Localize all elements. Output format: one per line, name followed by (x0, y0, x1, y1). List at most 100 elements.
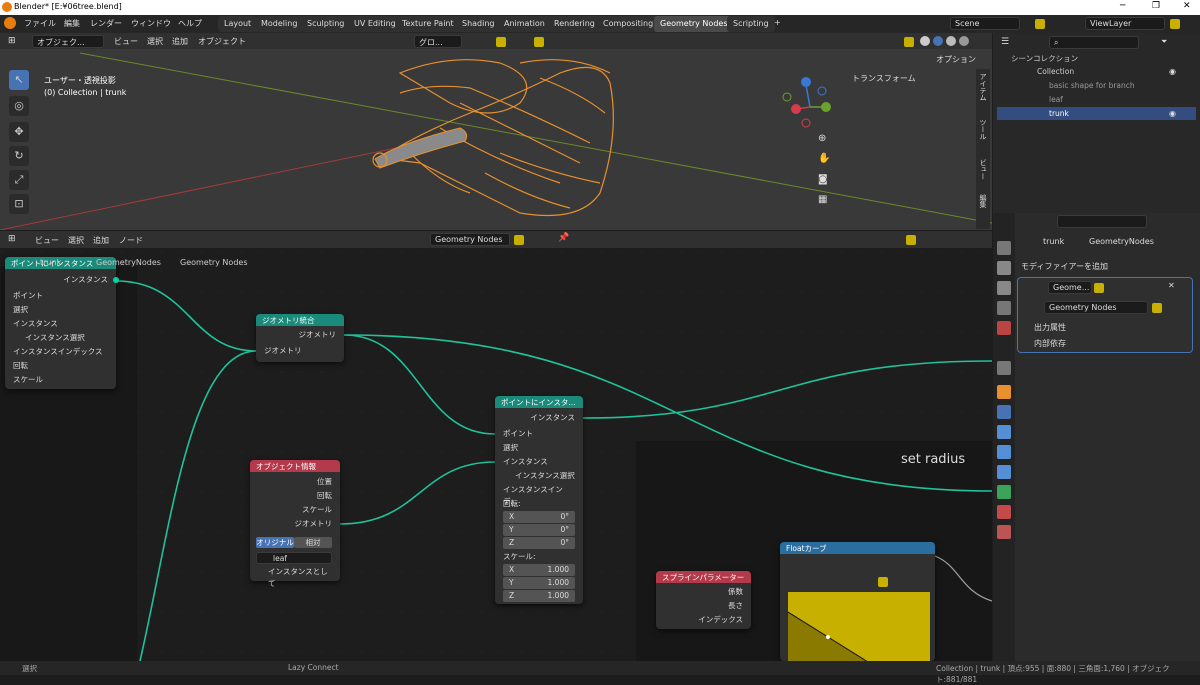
constraints-tab-icon[interactable] (997, 465, 1011, 479)
remove-modifier-icon[interactable]: ✕ (1168, 281, 1175, 290)
tab-texture-paint[interactable]: Texture Paint (396, 16, 460, 32)
view-layer-tab-icon[interactable] (997, 301, 1011, 315)
curve-zoom-icon[interactable] (878, 577, 888, 587)
grid-view-icon[interactable]: ▦ (818, 194, 827, 205)
output-attributes-panel[interactable]: 出力属性 (1034, 322, 1066, 333)
scene-selector[interactable]: Scene (950, 17, 1020, 30)
filter-icon[interactable]: ⏷ (1161, 37, 1167, 47)
ne-menu-select[interactable]: 選択 (68, 235, 84, 246)
physics-tab-icon[interactable] (997, 445, 1011, 459)
node-tree-selector[interactable]: Geometry Nodes (1044, 301, 1148, 314)
scale-x-field[interactable]: X 1.000 (503, 564, 575, 576)
mode-relative-button[interactable]: 相対 (294, 537, 332, 548)
menu-add[interactable]: 追加 (172, 36, 188, 47)
texture-tab-icon[interactable] (997, 525, 1011, 539)
tab-geometry-nodes[interactable]: Geometry Nodes (654, 16, 734, 32)
pin-icon[interactable]: 📌 (558, 233, 569, 243)
pan-hand-icon[interactable]: ✋ (818, 153, 830, 164)
viewlayer-selector[interactable]: ViewLayer (1085, 17, 1165, 30)
node-tree-field[interactable]: Geometry Nodes (430, 233, 510, 246)
tool-tab-icon[interactable] (997, 241, 1011, 255)
outliner-item-leaf[interactable]: leaf (997, 93, 1196, 106)
rotation-x-field[interactable]: X 0° (503, 511, 575, 523)
zoom-icon[interactable]: ⊕ (818, 133, 826, 144)
outliner-item-trunk[interactable]: trunk (997, 107, 1196, 120)
rotate-tool-icon[interactable]: ↻ (9, 146, 29, 166)
render-tab-icon[interactable] (997, 261, 1011, 275)
blender-menu-icon[interactable] (4, 17, 16, 29)
ne-menu-node[interactable]: ノード (119, 235, 143, 246)
menu-help[interactable]: ヘルプ (178, 18, 202, 29)
tab-compositing[interactable]: Compositing (597, 16, 660, 32)
collection-item[interactable]: Collection (997, 65, 1196, 78)
menu-file[interactable]: ファイル (24, 18, 56, 29)
new-scene-icon[interactable] (1035, 19, 1045, 29)
tab-sculpting[interactable]: Sculpting (301, 16, 351, 32)
trunk-eye-icon[interactable]: ◉ (1169, 109, 1176, 118)
tab-edit[interactable]: 編集 (978, 194, 988, 208)
menu-edit[interactable]: 編集 (64, 18, 80, 29)
scale-tool-icon[interactable]: ⤢ (9, 170, 29, 190)
new-viewlayer-icon[interactable] (1170, 19, 1180, 29)
world-tab-icon[interactable] (997, 361, 1011, 375)
menu-object[interactable]: オブジェクト (198, 36, 246, 47)
curve-widget[interactable] (788, 592, 930, 661)
snap-node-icon[interactable] (906, 235, 916, 245)
node-instance-on-points-2[interactable]: ポイントにインスタ... インスタンス ポイント 選択 インスタンス インスタン… (495, 396, 583, 604)
rotation-z-field[interactable]: Z 0° (503, 537, 575, 549)
tab-animation[interactable]: Animation (498, 16, 551, 32)
proportional-edit-icon[interactable] (534, 37, 544, 47)
data-tab-icon[interactable] (997, 485, 1011, 499)
orientation-selector[interactable]: グロ... (414, 35, 462, 48)
node-spline-parameter[interactable]: スプラインパラメーター 係数 長さ インデックス (656, 571, 751, 629)
tab-item[interactable]: アイテム (978, 73, 988, 101)
shading-material-icon[interactable] (946, 36, 956, 46)
output-socket[interactable] (113, 277, 119, 283)
tab-layout[interactable]: Layout (218, 16, 258, 32)
tab-modeling[interactable]: Modeling (255, 16, 304, 32)
tab-scripting[interactable]: Scripting (727, 16, 775, 32)
3d-viewport[interactable]: ユーザー・透視投影 (0) Collection | trunk トランスフォー… (0, 33, 992, 230)
object-field[interactable]: leaf (256, 552, 332, 564)
properties-search-input[interactable] (1057, 215, 1147, 228)
mode-original-button[interactable]: オリジナル (256, 537, 294, 548)
add-workspace-button[interactable]: + (774, 18, 781, 27)
shading-solid-icon[interactable] (933, 36, 943, 46)
tab-rendering[interactable]: Rendering (548, 16, 601, 32)
menu-view[interactable]: ビュー (114, 36, 138, 47)
node-join-geometry[interactable]: ジオメトリ統合 ジオメトリ ジオメトリ (256, 314, 344, 362)
menu-window[interactable]: ウィンドウ (131, 18, 171, 29)
rotation-y-field[interactable]: Y 0° (503, 524, 575, 536)
outliner-search-input[interactable]: ⌕ (1049, 36, 1139, 49)
tab-tool[interactable]: ツール (978, 119, 988, 140)
modifier-filter-icon[interactable] (1094, 283, 1104, 293)
tab-view[interactable]: ビュー (978, 159, 988, 180)
node-instance-on-points-1[interactable]: ポイントにインスタンス インスタンス ポイント 選択 インスタンス インスタンス… (5, 257, 119, 389)
outliner-editor-icon[interactable]: ☰ (1001, 37, 1009, 47)
particles-tab-icon[interactable] (997, 425, 1011, 439)
fake-user-icon[interactable] (1152, 303, 1162, 313)
close-window-button[interactable]: ✕ (1183, 1, 1191, 11)
editor-type-icon[interactable]: ⊞ (8, 36, 16, 46)
add-modifier-button[interactable]: モディファイアーを追加 (1021, 261, 1108, 272)
node-editor-type-icon[interactable]: ⊞ (8, 234, 16, 244)
ne-menu-view[interactable]: ビュー (35, 235, 59, 246)
ne-menu-add[interactable]: 追加 (93, 235, 109, 246)
scene-tab-icon[interactable] (997, 321, 1011, 335)
output-tab-icon[interactable] (997, 281, 1011, 295)
object-tab-icon[interactable] (997, 385, 1011, 399)
maximize-button[interactable]: ❐ (1152, 1, 1160, 11)
node-tree-fake-user-icon[interactable] (514, 235, 524, 245)
scale-z-field[interactable]: Z 1.000 (503, 590, 575, 602)
camera-icon[interactable]: ◙ (818, 174, 828, 185)
menu-select[interactable]: 選択 (147, 36, 163, 47)
cursor-tool-icon[interactable]: ◎ (9, 96, 29, 116)
material-tab-icon[interactable] (997, 505, 1011, 519)
xray-icon[interactable] (904, 37, 914, 47)
shading-rendered-icon[interactable] (959, 36, 969, 46)
scene-collection-item[interactable]: シーンコレクション (997, 52, 1196, 65)
options-dropdown[interactable]: オプション (936, 54, 976, 65)
menu-render[interactable]: レンダー (90, 18, 122, 29)
tab-uv-editing[interactable]: UV Editing (348, 16, 402, 32)
move-tool-icon[interactable]: ✥ (9, 122, 29, 142)
